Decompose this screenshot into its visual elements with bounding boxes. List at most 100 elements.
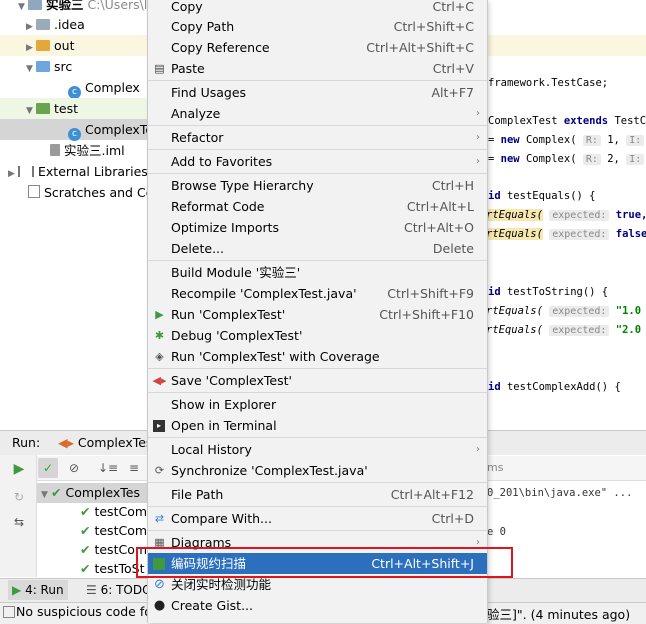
passed-icon: ✔ xyxy=(80,561,91,576)
tree-item-out[interactable]: ▶ out xyxy=(0,35,147,56)
menu-reformat-code[interactable]: Reformat Code Ctrl+Alt+L xyxy=(148,196,487,217)
tree-item-idea[interactable]: ▶ .idea xyxy=(26,14,85,35)
tree-label: External Libraries xyxy=(38,164,148,179)
console-command: 0_201\bin\java.exe" ... xyxy=(487,487,633,499)
menu-file-path[interactable]: File Path Ctrl+Alt+F12 xyxy=(148,484,487,505)
menu-refactor[interactable]: Refactor › xyxy=(148,127,487,148)
menu-separator xyxy=(148,173,487,174)
sync-icon: ⟳ xyxy=(154,464,165,477)
annotation-box xyxy=(136,547,513,578)
rerun-failed-icon[interactable]: ↻ xyxy=(9,487,29,507)
menu-paste[interactable]: ▤ Paste Ctrl+V xyxy=(148,58,487,79)
menu-create-gist[interactable]: ● Create Gist... xyxy=(148,595,487,616)
folder-icon xyxy=(28,0,42,10)
code-line-method-tostring: id testToString() { xyxy=(488,286,609,298)
status-icon xyxy=(3,606,15,618)
menu-run[interactable]: ▶ Run 'ComplexTest' Ctrl+Shift+F10 xyxy=(148,304,487,325)
menu-debug[interactable]: ✱ Debug 'ComplexTest' xyxy=(148,325,487,346)
tree-item-src[interactable]: ▼ src xyxy=(26,56,72,77)
rerun-icon[interactable]: ▶ xyxy=(9,459,29,479)
menu-copy-reference[interactable]: Copy Reference Ctrl+Alt+Shift+C xyxy=(148,37,487,58)
folder-icon xyxy=(36,40,50,51)
sort-duration-icon[interactable]: ≡ xyxy=(124,458,144,478)
test-row[interactable]: ✔ testCom xyxy=(80,521,147,540)
tree-root[interactable]: ▼ 实验三 C:\Users\l xyxy=(18,0,147,15)
show-passed-icon[interactable]: ✓ xyxy=(38,458,58,478)
code-line-field-b: = new Complex( R: 2, I: - xyxy=(488,153,646,165)
tree-label: .idea xyxy=(54,17,85,32)
menu-save[interactable]: ◀▸ Save 'ComplexTest' xyxy=(148,370,487,391)
passed-icon: ✔ xyxy=(51,485,62,500)
tool-tab-todo[interactable]: ☰ 6: TODO xyxy=(86,580,152,600)
code-line-method-add: id testComplexAdd() { xyxy=(488,381,621,393)
run-config-icon: ◀▸ xyxy=(58,435,74,450)
status-text-left: No suspicious code fo xyxy=(16,604,152,619)
tree-label: Scratches and Co xyxy=(44,185,154,200)
tree-item-test[interactable]: ▼ test xyxy=(0,98,147,119)
menu-separator xyxy=(148,149,487,150)
todo-icon: ☰ xyxy=(86,583,97,597)
menu-run-coverage[interactable]: ◈ Run 'ComplexTest' with Coverage xyxy=(148,346,487,367)
tree-label: src xyxy=(54,59,73,74)
chevron-down-icon[interactable]: ▼ xyxy=(26,59,36,80)
tool-tab-label: 4: Run xyxy=(25,583,64,597)
tree-item-complex[interactable]: c Complex xyxy=(68,77,140,99)
menu-open-terminal[interactable]: ▸ Open in Terminal xyxy=(148,415,487,436)
coverage-icon: ◈ xyxy=(155,350,164,363)
menu-show-in-explorer[interactable]: Show in Explorer xyxy=(148,394,487,415)
tree-label: 实验三.iml xyxy=(64,143,125,158)
code-line-assert-4: rtEquals( expected: "2.0 - 3 xyxy=(486,324,646,336)
code-line-assert-2: rtEquals( expected: false, b xyxy=(486,228,646,240)
menu-optimize-imports[interactable]: Optimize Imports Ctrl+Alt+O xyxy=(148,217,487,238)
menu-recompile[interactable]: Recompile 'ComplexTest.java' Ctrl+Shift+F… xyxy=(148,283,487,304)
console-duration: ms xyxy=(487,461,504,474)
run-root-row[interactable]: ▼ ✔ ComplexTes xyxy=(37,483,147,503)
toggle-icon[interactable]: ⇆ xyxy=(9,512,29,532)
terminal-icon: ▸ xyxy=(153,420,165,432)
chevron-right-icon[interactable]: ▶ xyxy=(8,164,18,185)
test-label: testCom xyxy=(94,504,148,519)
menu-local-history[interactable]: Local History › xyxy=(148,439,487,460)
run-label: Run: xyxy=(12,435,41,450)
tree-item-scratches[interactable]: Scratches and Co xyxy=(28,182,153,203)
tool-tab-label: 6: TODO xyxy=(100,583,152,597)
menu-copy-path[interactable]: Copy Path Ctrl+Shift+C xyxy=(148,16,487,37)
menu-separator xyxy=(148,125,487,126)
show-ignored-icon[interactable]: ⊘ xyxy=(64,458,84,478)
run-tab[interactable]: ◀▸ ComplexTes xyxy=(58,433,152,453)
tree-label: Complex xyxy=(85,80,140,95)
code-line-import: framework.TestCase; xyxy=(488,77,609,89)
menu-synchronize[interactable]: ⟳ Synchronize 'ComplexTest.java' xyxy=(148,460,487,481)
tree-item-complextest[interactable]: c ComplexTe xyxy=(0,119,153,141)
tree-item-iml[interactable]: 实验三.iml xyxy=(50,140,125,161)
menu-separator xyxy=(148,392,487,393)
tree-label: out xyxy=(54,38,75,53)
menu-copy[interactable]: Copy Ctrl+C xyxy=(148,0,487,17)
chevron-down-icon[interactable]: ▼ xyxy=(41,485,51,505)
passed-icon: ✔ xyxy=(80,523,91,538)
menu-compare-with[interactable]: ⇄ Compare With... Ctrl+D xyxy=(148,508,487,529)
library-icon xyxy=(18,166,34,177)
run-root-label: ComplexTes xyxy=(65,485,141,500)
tool-tab-run[interactable]: ▶ 4: Run xyxy=(8,580,68,600)
console-toolbar xyxy=(487,456,646,481)
menu-find-usages[interactable]: Find Usages Alt+F7 xyxy=(148,82,487,103)
sort-icon[interactable]: ↓≡ xyxy=(98,458,118,478)
test-row[interactable]: ✔ testCom xyxy=(80,502,147,521)
test-label: testCom xyxy=(94,523,148,538)
menu-add-favorites[interactable]: Add to Favorites › xyxy=(148,151,487,172)
menu-build-module[interactable]: Build Module '实验三' xyxy=(148,262,487,283)
menu-analyze[interactable]: Analyze › xyxy=(148,103,487,124)
project-tree: ▼ 实验三 C:\Users\l ▶ .idea ▶ out ▼ src c Comple… xyxy=(0,0,153,430)
tree-label: test xyxy=(54,101,79,116)
test-row[interactable]: ✔ testToSt xyxy=(80,559,144,578)
save-icon: ◀▸ xyxy=(152,374,167,387)
menu-separator xyxy=(148,437,487,438)
menu-delete[interactable]: Delete... Delete xyxy=(148,238,487,259)
tree-item-external-libraries[interactable]: ▶ External Libraries xyxy=(8,161,148,182)
root-path: C:\Users\l xyxy=(87,0,148,12)
folder-icon xyxy=(36,61,50,72)
submenu-arrow-icon: › xyxy=(476,108,480,119)
code-line-assert-3: rtEquals( expected: "1.0 + 5 xyxy=(486,305,646,317)
menu-browse-type-hierarchy[interactable]: Browse Type Hierarchy Ctrl+H xyxy=(148,175,487,196)
